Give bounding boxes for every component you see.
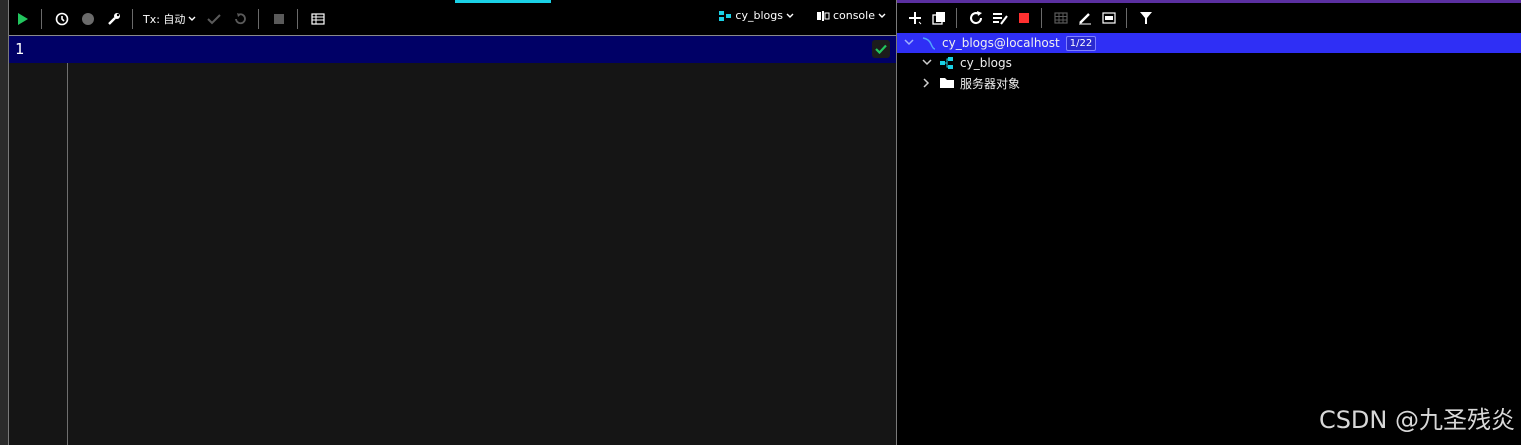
session-selector-label: console <box>832 9 875 22</box>
server-objects-label: 服务器对象 <box>960 76 1021 91</box>
sql-icon[interactable] <box>1098 7 1120 29</box>
datasource-label: cy_blogs@localhost <box>942 36 1060 50</box>
chevron-down-icon <box>786 13 794 18</box>
refresh-icon[interactable] <box>965 7 987 29</box>
filter-icon[interactable] <box>1135 7 1157 29</box>
toolbar-separator <box>1041 8 1042 28</box>
inspection-ok-icon[interactable] <box>872 40 890 58</box>
mysql-icon <box>921 36 937 50</box>
wrench-icon[interactable] <box>102 7 126 31</box>
watermark: CSDN @九圣残炎 <box>1318 406 1515 434</box>
schema-selector-label: cy_blogs <box>735 9 783 22</box>
stop-icon[interactable] <box>267 7 291 31</box>
edit-icon[interactable] <box>1074 7 1096 29</box>
commit-icon[interactable] <box>202 7 226 31</box>
active-tab-indicator <box>455 0 551 3</box>
chevron-down-icon[interactable] <box>903 37 915 49</box>
tree-item-schema[interactable]: cy_blogs <box>897 53 1521 73</box>
line-number: 1 <box>15 40 25 58</box>
database-explorer: cy_blogs@localhost 1/22 cy_blogs 服务器对象 C… <box>897 0 1521 445</box>
schema-edit-icon[interactable] <box>989 7 1011 29</box>
folder-icon <box>939 77 955 89</box>
schema-count-badge: 1/22 <box>1065 35 1097 51</box>
query-editor: Tx: 自动 cy_blogs console 1 <box>9 0 896 445</box>
chevron-down-icon <box>188 16 196 21</box>
chevron-down-icon[interactable] <box>921 57 933 69</box>
toolbar-right-group: cy_blogs console <box>714 9 890 22</box>
line-gutter <box>9 36 68 445</box>
history-icon[interactable] <box>50 7 74 31</box>
schema-icon <box>719 10 732 21</box>
schema-icon <box>939 56 955 70</box>
tree-item-server-objects[interactable]: 服务器对象 <box>897 73 1521 93</box>
stop-icon[interactable] <box>1013 7 1035 29</box>
rollback-icon[interactable] <box>228 7 252 31</box>
tx-mode-dropdown[interactable]: Tx: 自动 <box>139 11 200 27</box>
toolbar-separator <box>1126 8 1127 28</box>
chevron-right-icon[interactable] <box>921 77 933 89</box>
schema-label: cy_blogs <box>960 56 1012 70</box>
toolbar-separator <box>297 9 299 29</box>
copy-icon[interactable] <box>928 7 950 29</box>
toolbar-separator <box>956 8 957 28</box>
run-icon[interactable] <box>11 7 35 31</box>
schema-selector[interactable]: cy_blogs <box>714 9 798 22</box>
add-icon[interactable] <box>904 7 926 29</box>
console-icon <box>816 10 830 21</box>
tx-mode-label: Tx: 自动 <box>143 13 186 26</box>
left-tool-strip <box>0 0 9 445</box>
session-selector[interactable]: console <box>812 9 890 22</box>
editor-toolbar: Tx: 自动 cy_blogs console <box>9 0 896 36</box>
table-icon[interactable] <box>1050 7 1072 29</box>
current-line-highlight[interactable] <box>9 36 896 63</box>
database-toolbar <box>897 3 1521 33</box>
table-icon[interactable] <box>306 7 330 31</box>
record-icon[interactable] <box>76 7 100 31</box>
toolbar-separator <box>132 9 133 29</box>
toolbar-separator <box>41 9 42 29</box>
tree-item-datasource[interactable]: cy_blogs@localhost 1/22 <box>897 33 1521 53</box>
toolbar-separator <box>258 9 260 29</box>
chevron-down-icon <box>878 13 886 18</box>
